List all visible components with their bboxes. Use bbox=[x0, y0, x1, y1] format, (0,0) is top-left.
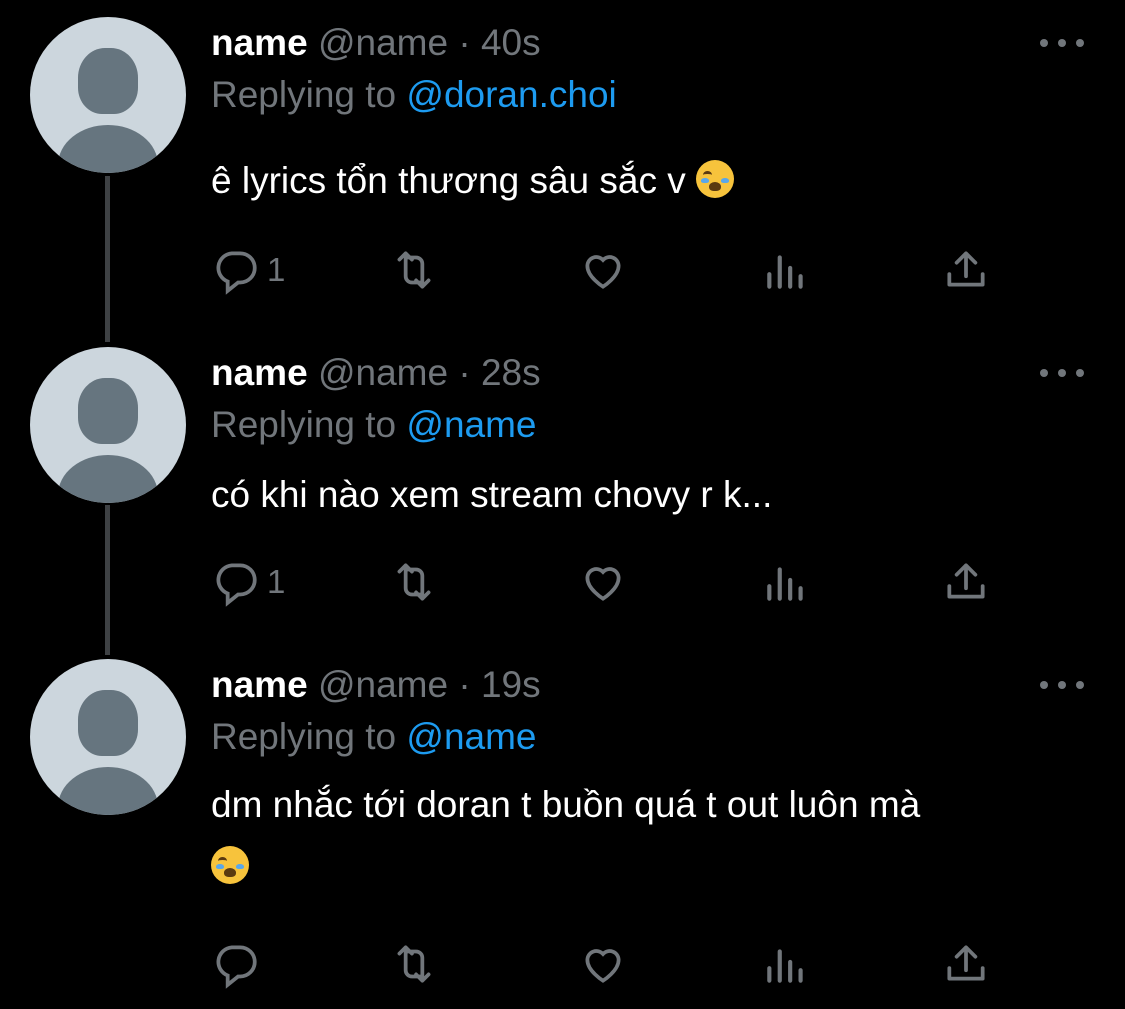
like-icon bbox=[585, 255, 621, 289]
mention-link[interactable]: @name bbox=[406, 404, 536, 445]
tweet-text: ê lyrics tổn thương sâu sắc v bbox=[211, 150, 1091, 212]
avatar[interactable] bbox=[30, 659, 186, 815]
retweet-button[interactable] bbox=[389, 557, 439, 607]
separator: · bbox=[458, 352, 471, 393]
separator: · bbox=[458, 664, 471, 705]
handle[interactable]: @name bbox=[318, 352, 448, 393]
handle[interactable]: @name bbox=[318, 664, 448, 705]
reply-button[interactable]: 1 bbox=[211, 557, 285, 607]
retweet-icon bbox=[397, 945, 431, 983]
like-button[interactable] bbox=[578, 557, 628, 607]
retweet-button[interactable] bbox=[389, 939, 439, 989]
tweet[interactable]: name @name · 28s Replying to @name có kh… bbox=[0, 330, 1125, 650]
reply-button[interactable]: 1 bbox=[211, 245, 285, 295]
action-bar: 1 bbox=[211, 557, 1041, 607]
tweet-header: name @name · 40s bbox=[211, 20, 541, 66]
reply-icon bbox=[216, 945, 257, 989]
like-button[interactable] bbox=[578, 245, 628, 295]
loudly-crying-face-icon bbox=[211, 846, 249, 884]
like-icon bbox=[585, 567, 621, 601]
mention-link[interactable]: @name bbox=[406, 716, 536, 757]
tweet[interactable]: name @name · 19s Replying to @name dm nh… bbox=[0, 642, 1125, 1009]
tweet-text: dm nhắc tới doran t buồn quá t out luôn … bbox=[211, 774, 1091, 898]
share-button[interactable] bbox=[941, 939, 991, 989]
views-icon bbox=[767, 949, 803, 983]
share-button[interactable] bbox=[941, 245, 991, 295]
avatar[interactable] bbox=[30, 347, 186, 503]
replying-prefix: Replying to bbox=[211, 716, 397, 757]
display-name[interactable]: name bbox=[211, 664, 308, 705]
like-icon bbox=[585, 949, 621, 983]
reply-button[interactable] bbox=[211, 939, 267, 989]
views-button[interactable] bbox=[761, 939, 811, 989]
replying-to: Replying to @name bbox=[211, 714, 537, 760]
display-name[interactable]: name bbox=[211, 352, 308, 393]
tweet[interactable]: name @name · 40s Replying to @doran.choi… bbox=[0, 0, 1125, 330]
tweet-header: name @name · 28s bbox=[211, 350, 541, 396]
more-icon[interactable] bbox=[1040, 675, 1084, 695]
share-icon bbox=[947, 945, 985, 981]
handle[interactable]: @name bbox=[318, 22, 448, 63]
action-bar bbox=[211, 939, 1041, 989]
views-button[interactable] bbox=[761, 245, 811, 295]
tweet-text-content: có khi nào xem stream chovy r k... bbox=[211, 474, 773, 515]
views-icon bbox=[767, 567, 803, 601]
reply-icon bbox=[216, 251, 257, 295]
reply-count: 1 bbox=[267, 563, 286, 600]
reply-icon bbox=[216, 563, 257, 607]
views-button[interactable] bbox=[761, 557, 811, 607]
share-button[interactable] bbox=[941, 557, 991, 607]
loudly-crying-face-icon bbox=[696, 160, 735, 198]
timestamp[interactable]: 40s bbox=[481, 22, 541, 63]
views-icon bbox=[767, 255, 803, 289]
replying-prefix: Replying to bbox=[211, 404, 397, 445]
replying-to: Replying to @name bbox=[211, 402, 537, 448]
display-name[interactable]: name bbox=[211, 22, 308, 63]
tweet-text: có khi nào xem stream chovy r k... bbox=[211, 464, 1091, 526]
replying-to: Replying to @doran.choi bbox=[211, 72, 617, 118]
action-bar: 1 bbox=[211, 245, 1041, 295]
retweet-icon bbox=[397, 563, 431, 601]
share-icon bbox=[947, 563, 985, 599]
mention-link[interactable]: @doran.choi bbox=[406, 74, 616, 115]
share-icon bbox=[947, 251, 985, 287]
like-button[interactable] bbox=[578, 939, 628, 989]
replying-prefix: Replying to bbox=[211, 74, 397, 115]
more-icon[interactable] bbox=[1040, 33, 1084, 53]
timestamp[interactable]: 28s bbox=[481, 352, 541, 393]
separator: · bbox=[458, 22, 471, 63]
retweet-icon bbox=[397, 251, 431, 289]
tweet-header: name @name · 19s bbox=[211, 662, 541, 708]
tweet-text-content: ê lyrics tổn thương sâu sắc v bbox=[211, 160, 686, 201]
tweet-text-content: dm nhắc tới doran t buồn quá t out luôn … bbox=[211, 784, 921, 825]
timestamp[interactable]: 19s bbox=[481, 664, 541, 705]
retweet-button[interactable] bbox=[389, 245, 439, 295]
avatar[interactable] bbox=[30, 17, 186, 173]
more-icon[interactable] bbox=[1040, 363, 1084, 383]
reply-count: 1 bbox=[267, 251, 286, 288]
